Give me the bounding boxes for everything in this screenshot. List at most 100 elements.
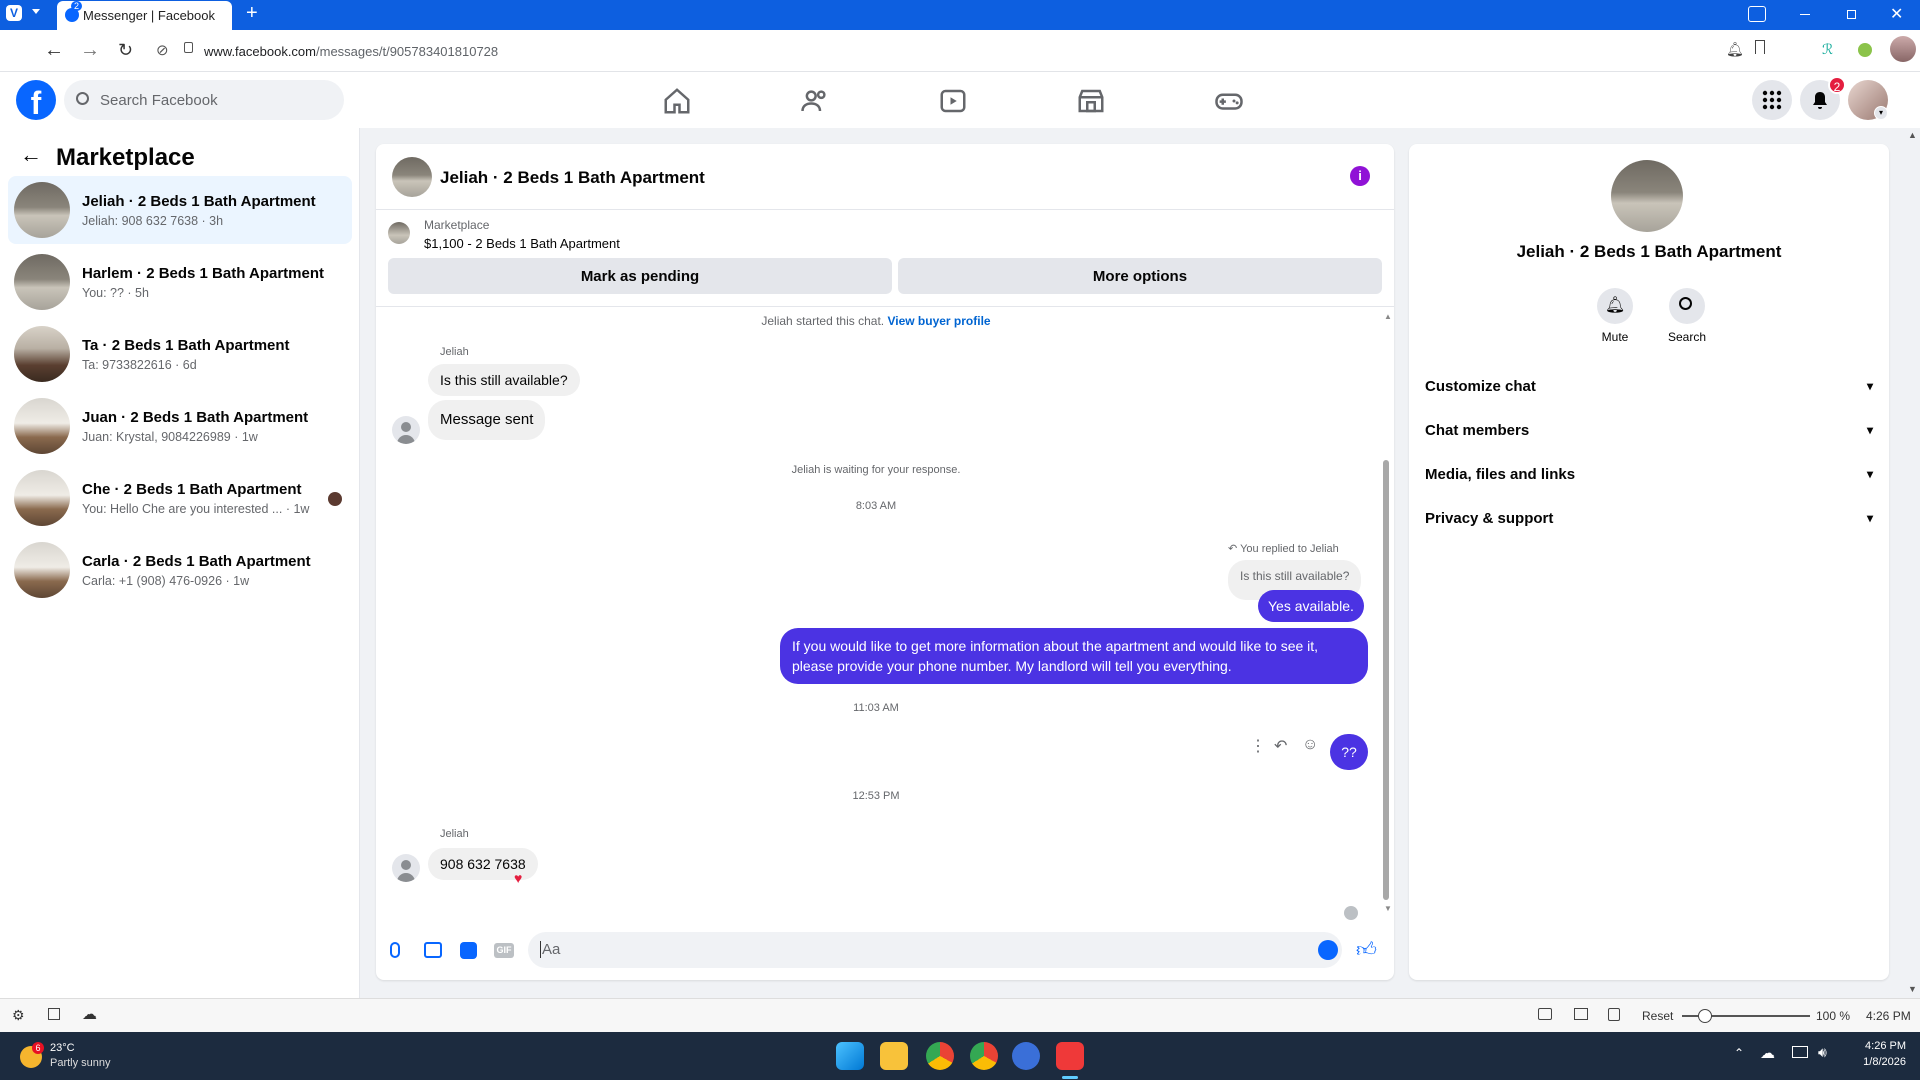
chat-title[interactable]: Jeliah · 2 Beds 1 Bath Apartment <box>440 168 705 188</box>
file-explorer-icon[interactable] <box>880 1042 908 1070</box>
status-clock: 4:26 PM <box>1866 1009 1911 1023</box>
settings-icon[interactable]: ⚙ <box>12 1007 25 1024</box>
gaming-icon[interactable] <box>1214 86 1244 116</box>
like-icon[interactable]: 👍︎ <box>1356 938 1377 962</box>
info-icon[interactable]: i <box>1350 166 1370 186</box>
conversation-item[interactable]: Harlem · 2 Beds 1 Bath Apartment You: ?? … <box>8 248 352 316</box>
chat-header: Jeliah · 2 Beds 1 Bath Apartment i <box>376 144 1394 210</box>
volume-icon[interactable]: 🔊︎ <box>1818 1044 1827 1061</box>
new-tab-icon[interactable]: + <box>246 2 258 25</box>
conversation-preview: Juan: Krystal, 9084226989 · 1w <box>82 429 258 444</box>
tracker-block-icon[interactable]: ⊘ <box>156 41 169 59</box>
app-icon[interactable] <box>1012 1042 1040 1070</box>
conversation-item[interactable]: Jeliah · 2 Beds 1 Bath Apartment Jeliah: … <box>8 176 352 244</box>
forward-icon[interactable]: → <box>80 39 100 62</box>
mark-pending-button[interactable]: Mark as pending <box>388 258 892 294</box>
view-buyer-profile-link[interactable]: View buyer profile <box>887 314 990 328</box>
weather-widget[interactable]: 6 23°C Partly sunny <box>18 1040 158 1074</box>
incoming-message[interactable]: Is this still available? <box>428 364 580 396</box>
facebook-logo-icon[interactable]: f <box>16 80 56 120</box>
taskbar-date[interactable]: 1/8/2026 <box>1850 1056 1906 1068</box>
marketplace-icon[interactable] <box>1076 86 1106 116</box>
mute-button[interactable]: 🔔︎ Mute <box>1591 288 1639 344</box>
gif-icon[interactable]: GIF <box>494 943 514 958</box>
media-files-links-section[interactable]: Media, files and links ▾ <box>1425 454 1873 494</box>
back-icon[interactable]: ← <box>44 39 64 62</box>
microphone-icon[interactable] <box>390 942 400 958</box>
conversation-item[interactable]: Juan · 2 Beds 1 Bath Apartment Juan: Krys… <box>8 392 352 460</box>
incoming-message[interactable]: Message sent <box>428 400 546 440</box>
search-input[interactable]: Search Facebook <box>64 80 344 120</box>
extension-status-icon[interactable] <box>1858 43 1872 57</box>
panel-icon[interactable] <box>48 1008 60 1020</box>
minimize-icon[interactable] <box>1800 14 1810 15</box>
outgoing-message[interactable]: Yes available. <box>1258 590 1364 622</box>
vivaldi-icon[interactable] <box>1056 1042 1084 1070</box>
profile-avatar[interactable] <box>1890 36 1916 62</box>
vivaldi-menu-icon[interactable]: V <box>6 5 22 21</box>
tray-chevron-icon[interactable]: ⌃ <box>1734 1046 1744 1060</box>
tab-messenger[interactable]: 2 Messenger | Facebook <box>57 1 232 30</box>
heart-reaction-icon[interactable]: ♥ <box>514 870 522 886</box>
listing-source: Marketplace <box>424 218 490 232</box>
onedrive-icon[interactable]: ☁ <box>1760 1044 1775 1062</box>
chat-scrollbar[interactable]: ▲ ▼ <box>1380 312 1392 916</box>
friends-icon[interactable] <box>800 86 830 116</box>
conversation-item[interactable]: Che · 2 Beds 1 Bath Apartment You: Hello … <box>8 464 352 532</box>
listing-title[interactable]: $1,100 - 2 Beds 1 Bath Apartment <box>424 236 620 251</box>
close-window-icon[interactable]: ✕ <box>1890 4 1903 24</box>
bookmark-icon[interactable] <box>1755 40 1765 54</box>
extension-icon[interactable]: ℛ <box>1822 41 1838 57</box>
details-avatar[interactable] <box>1611 160 1683 232</box>
photo-icon[interactable] <box>424 942 442 958</box>
url-field[interactable]: www.facebook.com/messages/t/905783401810… <box>204 44 498 59</box>
taskbar-time[interactable]: 4:26 PM <box>1858 1040 1906 1052</box>
chevron-down-icon[interactable] <box>32 9 40 14</box>
video-icon[interactable] <box>938 86 968 116</box>
sender-avatar[interactable] <box>392 416 420 444</box>
chat-members-section[interactable]: Chat members ▾ <box>1425 410 1873 450</box>
menu-grid-button[interactable] <box>1752 80 1792 120</box>
start-icon[interactable] <box>836 1042 864 1070</box>
more-options-button[interactable]: More options <box>898 258 1382 294</box>
sender-avatar[interactable] <box>392 854 420 882</box>
customize-chat-section[interactable]: Customize chat ▾ <box>1425 366 1873 406</box>
message-input[interactable]: Aa <box>528 932 1342 968</box>
more-actions-icon[interactable]: ⋮ <box>1250 736 1266 756</box>
page-scrollbar[interactable]: ▲ ▼ <box>1904 128 1920 998</box>
chrome-profile-icon[interactable] <box>970 1042 998 1070</box>
tab-list-icon[interactable] <box>1748 6 1766 22</box>
chevron-down-icon: ▾ <box>1866 467 1873 481</box>
bell-icon[interactable]: 🔔︎ <box>1726 41 1744 58</box>
windows-taskbar: 6 23°C Partly sunny ⌃ ☁ 🔊︎ 4:26 PM 1/8/2… <box>0 1032 1920 1080</box>
zoom-slider-handle[interactable] <box>1698 1009 1712 1023</box>
conversation-item[interactable]: Ta · 2 Beds 1 Bath Apartment Ta: 97338226… <box>8 320 352 388</box>
home-icon[interactable] <box>662 86 692 116</box>
search-conversation-button[interactable]: Search <box>1659 288 1715 344</box>
reply-icon[interactable]: ↶ <box>1274 736 1287 756</box>
outgoing-message[interactable]: ?? <box>1330 734 1368 770</box>
zoom-slider[interactable] <box>1682 1009 1810 1023</box>
scrollbar-thumb[interactable] <box>1383 460 1389 900</box>
restore-icon[interactable] <box>1847 10 1856 19</box>
emoji-icon[interactable] <box>1318 940 1338 960</box>
privacy-support-section[interactable]: Privacy & support ▾ <box>1425 498 1873 538</box>
sync-icon[interactable]: ☁ <box>82 1005 97 1023</box>
chrome-icon[interactable] <box>926 1042 954 1070</box>
zoom-reset-button[interactable]: Reset <box>1642 1009 1673 1023</box>
account-chevron-icon[interactable]: ▾ <box>1874 106 1888 120</box>
page-actions-icon[interactable] <box>1608 1008 1620 1021</box>
conversation-item[interactable]: Carla · 2 Beds 1 Bath Apartment Carla: +1… <box>8 536 352 604</box>
divider <box>376 306 1394 307</box>
tiling-icon[interactable] <box>1574 1008 1588 1020</box>
network-icon[interactable] <box>1792 1046 1808 1058</box>
reload-icon[interactable]: ↻ <box>118 40 133 61</box>
outgoing-message[interactable]: If you would like to get more informatio… <box>780 628 1368 684</box>
capture-icon[interactable] <box>1538 1008 1552 1020</box>
chat-avatar[interactable] <box>392 157 432 197</box>
back-arrow-icon[interactable]: ← <box>20 142 42 168</box>
search-icon <box>76 92 89 105</box>
sticker-icon[interactable] <box>460 942 477 959</box>
react-icon[interactable]: ☺ <box>1302 736 1318 754</box>
listing-thumbnail <box>14 182 70 238</box>
